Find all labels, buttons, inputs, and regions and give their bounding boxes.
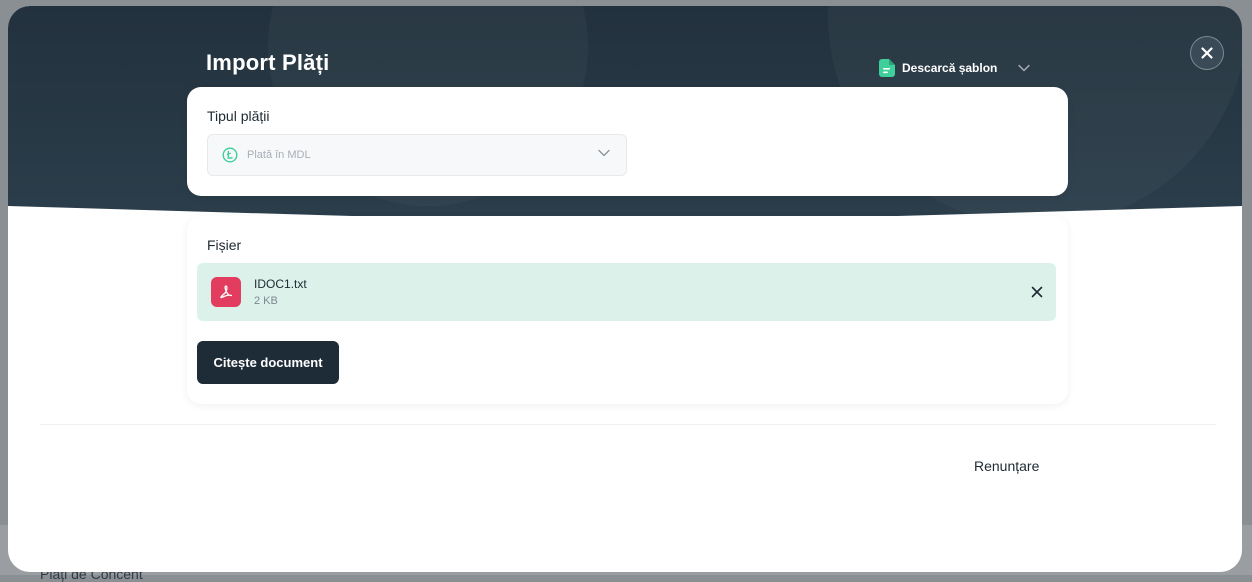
remove-file-icon[interactable] bbox=[1031, 286, 1043, 298]
file-card: Fișier IDOC1.txt 2 KB Citește document bbox=[187, 216, 1068, 404]
payment-type-card: Tipul plății Plată în MDL bbox=[187, 87, 1068, 196]
cancel-button[interactable]: Renunțare bbox=[974, 458, 1039, 474]
currency-circle-icon bbox=[222, 147, 238, 163]
uploaded-file-item: IDOC1.txt 2 KB bbox=[197, 263, 1056, 321]
import-payments-modal: Import Plăți Descarcă șablon Tipul plăți… bbox=[8, 6, 1242, 572]
footer-divider bbox=[40, 424, 1216, 425]
payment-type-select[interactable]: Plată în MDL bbox=[207, 134, 627, 176]
chevron-down-icon[interactable] bbox=[1018, 64, 1031, 72]
file-download-icon bbox=[879, 59, 895, 77]
file-name: IDOC1.txt bbox=[254, 277, 307, 291]
read-document-button[interactable]: Citește document bbox=[197, 341, 339, 384]
close-icon bbox=[1201, 47, 1213, 59]
file-section-label: Fișier bbox=[207, 237, 242, 253]
file-size: 2 KB bbox=[254, 295, 278, 307]
payment-type-label: Tipul plății bbox=[207, 108, 270, 124]
download-template-label: Descarcă șablon bbox=[902, 61, 998, 75]
modal-title: Import Plăți bbox=[206, 50, 330, 75]
close-button[interactable] bbox=[1190, 36, 1224, 70]
pdf-file-icon bbox=[211, 277, 241, 307]
download-template-button[interactable]: Descarcă șablon bbox=[879, 59, 1031, 77]
payment-type-value: Plată în MDL bbox=[247, 149, 311, 161]
chevron-down-icon bbox=[598, 149, 610, 157]
